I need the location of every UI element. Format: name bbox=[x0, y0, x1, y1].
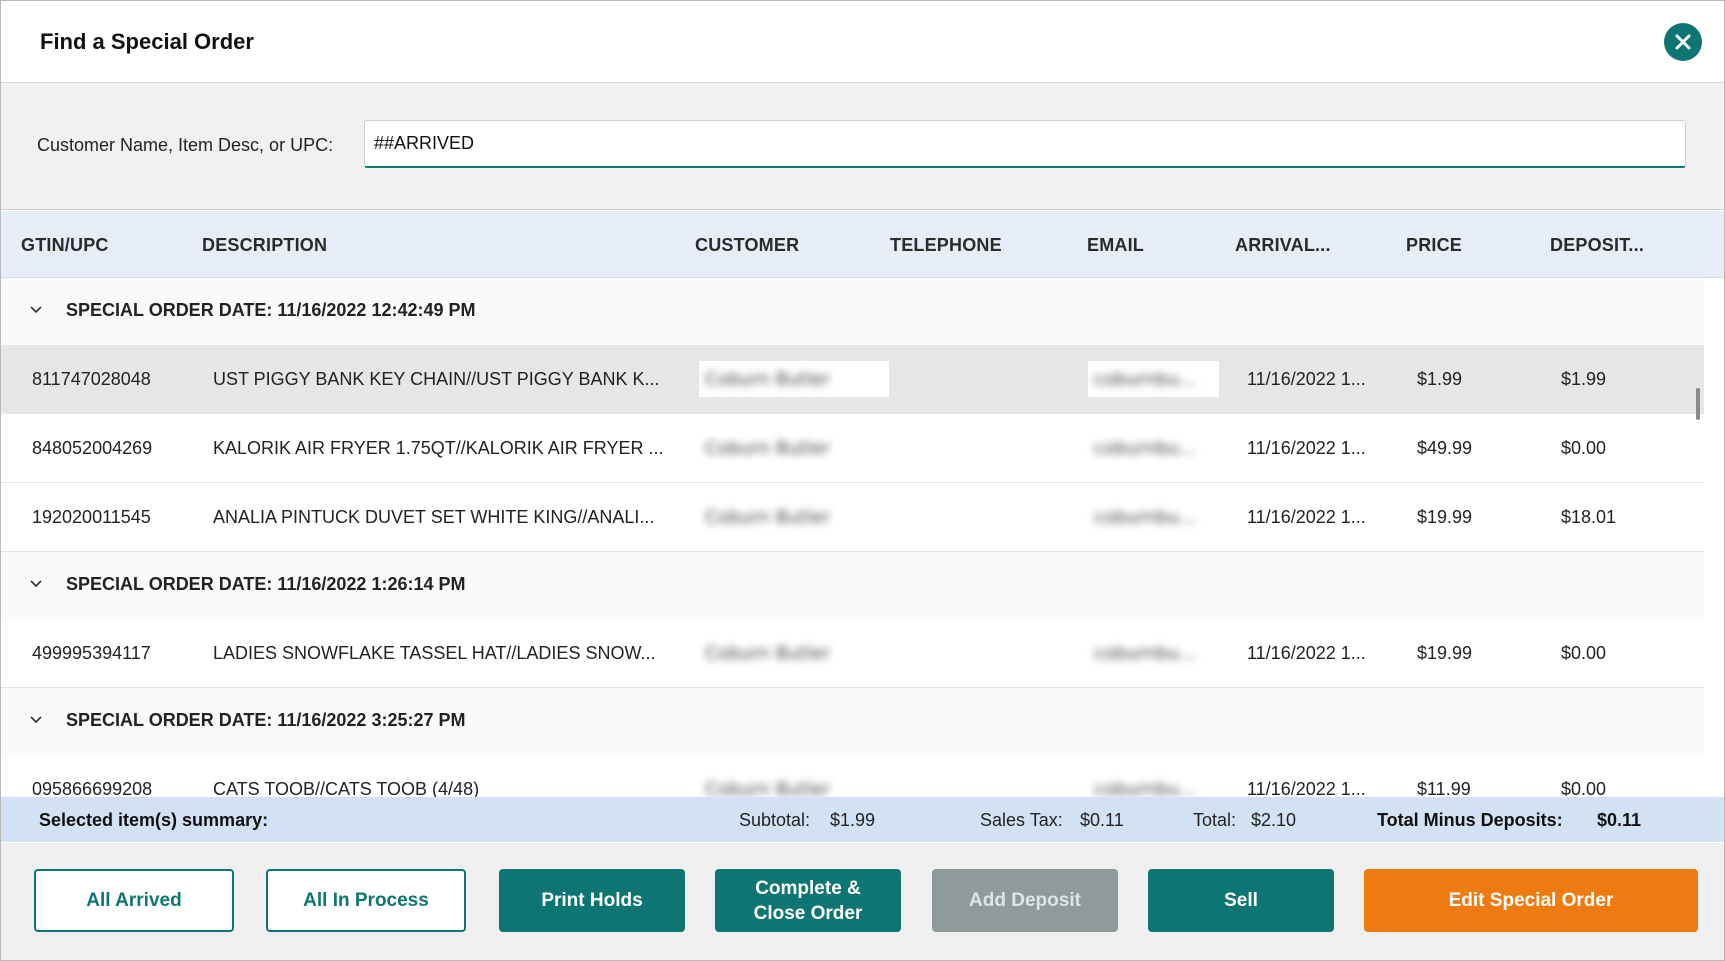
complete-close-order-button[interactable]: Complete & Close Order bbox=[715, 869, 901, 932]
close-button[interactable] bbox=[1664, 23, 1702, 61]
cell-price: $49.99 bbox=[1417, 438, 1473, 458]
dialog-title: Find a Special Order bbox=[40, 29, 254, 54]
cell-email: coburnbu... bbox=[1088, 499, 1219, 535]
group-header-row[interactable]: SPECIAL ORDER DATE: 11/16/2022 1:26:14 P… bbox=[1, 552, 1704, 620]
cell-gtin: 499995394117 bbox=[32, 643, 151, 663]
edit-special-order-button[interactable]: Edit Special Order bbox=[1364, 869, 1698, 932]
column-header-gtin[interactable]: GTIN/UPC bbox=[21, 235, 109, 256]
cell-description: UST PIGGY BANK KEY CHAIN//UST PIGGY BANK… bbox=[213, 369, 660, 389]
search-label: Customer Name, Item Desc, or UPC: bbox=[37, 135, 334, 155]
customer-name-blurred: Coburn Butler bbox=[705, 778, 830, 798]
group-header-row[interactable]: SPECIAL ORDER DATE: 11/16/2022 3:25:27 P… bbox=[1, 688, 1704, 756]
cell-deposit: $0.00 bbox=[1561, 779, 1607, 797]
cell-deposit: $0.00 bbox=[1561, 438, 1607, 458]
group-label: SPECIAL ORDER DATE: 11/16/2022 12:42:49 … bbox=[66, 300, 476, 320]
cell-deposit: $18.01 bbox=[1561, 507, 1617, 527]
cell-gtin: 848052004269 bbox=[32, 438, 153, 458]
sales-tax-label: Sales Tax: bbox=[980, 810, 1063, 830]
title-bar: Find a Special Order bbox=[1, 1, 1724, 83]
group-label: SPECIAL ORDER DATE: 11/16/2022 3:25:27 P… bbox=[66, 710, 466, 730]
complete-close-line2: Close Order bbox=[753, 902, 863, 924]
table-row[interactable]: 095866699208 CATS TOOB//CATS TOOB (4/48)… bbox=[1, 755, 1704, 797]
add-deposit-button: Add Deposit bbox=[932, 869, 1118, 932]
email-blurred: coburnbu... bbox=[1094, 642, 1197, 664]
print-holds-button[interactable]: Print Holds bbox=[499, 869, 685, 932]
cell-customer: Coburn Butler bbox=[699, 499, 889, 535]
column-header-customer[interactable]: CUSTOMER bbox=[695, 235, 799, 256]
search-bar: Customer Name, Item Desc, or UPC: bbox=[1, 83, 1724, 210]
customer-name-blurred: Coburn Butler bbox=[705, 368, 830, 390]
table-row[interactable]: 848052004269 KALORIK AIR FRYER 1.75QT//K… bbox=[1, 414, 1704, 483]
all-arrived-button[interactable]: All Arrived bbox=[34, 869, 234, 932]
cell-customer: Coburn Butler bbox=[699, 361, 889, 397]
cell-email: coburnbu... bbox=[1088, 430, 1219, 466]
column-header-telephone[interactable]: TELEPHONE bbox=[890, 235, 1002, 256]
group-header-row[interactable]: SPECIAL ORDER DATE: 11/16/2022 12:42:49 … bbox=[1, 278, 1704, 346]
chevron-down-icon[interactable] bbox=[27, 300, 45, 318]
cell-email: coburnbu... bbox=[1088, 635, 1219, 671]
close-x-icon bbox=[1675, 34, 1691, 50]
subtotal-value: $1.99 bbox=[830, 810, 876, 830]
total-label: Total: bbox=[1193, 810, 1237, 830]
sell-button[interactable]: Sell bbox=[1148, 869, 1334, 932]
total-value: $2.10 bbox=[1251, 810, 1297, 830]
email-blurred: coburnbu... bbox=[1094, 778, 1197, 798]
cell-arrival: 11/16/2022 1... bbox=[1247, 643, 1366, 663]
cell-customer: Coburn Butler bbox=[699, 771, 889, 797]
cell-arrival: 11/16/2022 1... bbox=[1247, 779, 1366, 797]
table-row[interactable]: 192020011545 ANALIA PINTUCK DUVET SET WH… bbox=[1, 483, 1704, 552]
all-in-process-button[interactable]: All In Process bbox=[266, 869, 466, 932]
subtotal-label: Subtotal: bbox=[739, 810, 811, 830]
search-input[interactable] bbox=[364, 120, 1686, 168]
find-special-order-dialog: Find a Special Order Customer Name, Item… bbox=[0, 0, 1725, 961]
button-bar: All Arrived All In Process Print Holds C… bbox=[1, 843, 1724, 960]
cell-price: $1.99 bbox=[1417, 369, 1463, 389]
customer-name-blurred: Coburn Butler bbox=[705, 437, 830, 459]
summary-title: Selected item(s) summary: bbox=[39, 810, 269, 830]
column-header-description[interactable]: DESCRIPTION bbox=[202, 235, 327, 256]
cell-price: $19.99 bbox=[1417, 643, 1473, 663]
cell-arrival: 11/16/2022 1... bbox=[1247, 438, 1366, 458]
selection-summary-bar: Selected item(s) summary: Subtotal: $1.9… bbox=[1, 797, 1724, 842]
cell-arrival: 11/16/2022 1... bbox=[1247, 369, 1366, 389]
cell-gtin: 192020011545 bbox=[32, 507, 151, 527]
complete-close-line1: Complete & bbox=[755, 877, 861, 899]
cell-arrival: 11/16/2022 1... bbox=[1247, 507, 1366, 527]
email-blurred: coburnbu... bbox=[1094, 368, 1197, 390]
cell-customer: Coburn Butler bbox=[699, 430, 889, 466]
cell-description: LADIES SNOWFLAKE TASSEL HAT//LADIES SNOW… bbox=[213, 643, 656, 663]
cell-price: $11.99 bbox=[1417, 779, 1471, 797]
cell-email: coburnbu... bbox=[1088, 361, 1219, 397]
cell-gtin: 811747028048 bbox=[32, 369, 151, 389]
group-label: SPECIAL ORDER DATE: 11/16/2022 1:26:14 P… bbox=[66, 574, 466, 594]
cell-deposit: $1.99 bbox=[1561, 369, 1607, 389]
email-blurred: coburnbu... bbox=[1094, 506, 1197, 528]
cell-gtin: 095866699208 bbox=[32, 779, 153, 797]
chevron-down-icon[interactable] bbox=[27, 710, 45, 728]
column-header-arrival[interactable]: ARRIVAL... bbox=[1235, 235, 1331, 256]
sales-tax-value: $0.11 bbox=[1080, 810, 1124, 830]
email-blurred: coburnbu... bbox=[1094, 437, 1197, 459]
customer-name-blurred: Coburn Butler bbox=[705, 506, 830, 528]
cell-email: coburnbu... bbox=[1088, 771, 1219, 797]
table-row[interactable]: 499995394117 LADIES SNOWFLAKE TASSEL HAT… bbox=[1, 619, 1704, 688]
cell-description: CATS TOOB//CATS TOOB (4/48) bbox=[213, 779, 480, 797]
cell-description: KALORIK AIR FRYER 1.75QT//KALORIK AIR FR… bbox=[213, 438, 664, 458]
total-minus-deposits-label: Total Minus Deposits: bbox=[1377, 810, 1563, 830]
cell-customer: Coburn Butler bbox=[699, 635, 889, 671]
grid-header: GTIN/UPC DESCRIPTION CUSTOMER TELEPHONE … bbox=[1, 211, 1724, 278]
column-header-price[interactable]: PRICE bbox=[1406, 235, 1462, 256]
table-row[interactable]: 811747028048 UST PIGGY BANK KEY CHAIN//U… bbox=[1, 345, 1704, 414]
vertical-scrollbar-thumb[interactable] bbox=[1696, 388, 1700, 420]
cell-deposit: $0.00 bbox=[1561, 643, 1607, 663]
cell-price: $19.99 bbox=[1417, 507, 1473, 527]
cell-description: ANALIA PINTUCK DUVET SET WHITE KING//ANA… bbox=[213, 507, 655, 527]
customer-name-blurred: Coburn Butler bbox=[705, 642, 830, 664]
column-header-deposit[interactable]: DEPOSIT... bbox=[1550, 235, 1644, 256]
total-minus-deposits-value: $0.11 bbox=[1597, 810, 1642, 830]
grid-body[interactable]: SPECIAL ORDER DATE: 11/16/2022 12:42:49 … bbox=[1, 278, 1704, 797]
column-header-email[interactable]: EMAIL bbox=[1087, 235, 1144, 256]
chevron-down-icon[interactable] bbox=[27, 574, 45, 592]
